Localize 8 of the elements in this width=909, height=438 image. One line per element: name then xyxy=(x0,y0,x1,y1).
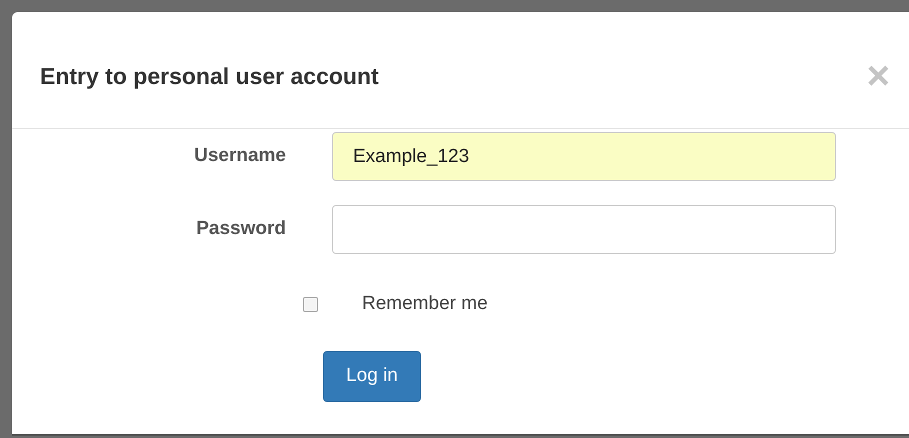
input-field[interactable] xyxy=(332,205,836,254)
input-field[interactable]: Example_123 xyxy=(332,132,836,181)
login-button[interactable]: Log in xyxy=(323,350,421,402)
dialog-title: Entry to personal user account xyxy=(40,62,379,91)
checkbox-label: Remember me xyxy=(362,292,488,316)
field-label: Password xyxy=(195,217,286,242)
checkbox[interactable] xyxy=(303,296,318,312)
field-label: Username xyxy=(193,144,286,168)
